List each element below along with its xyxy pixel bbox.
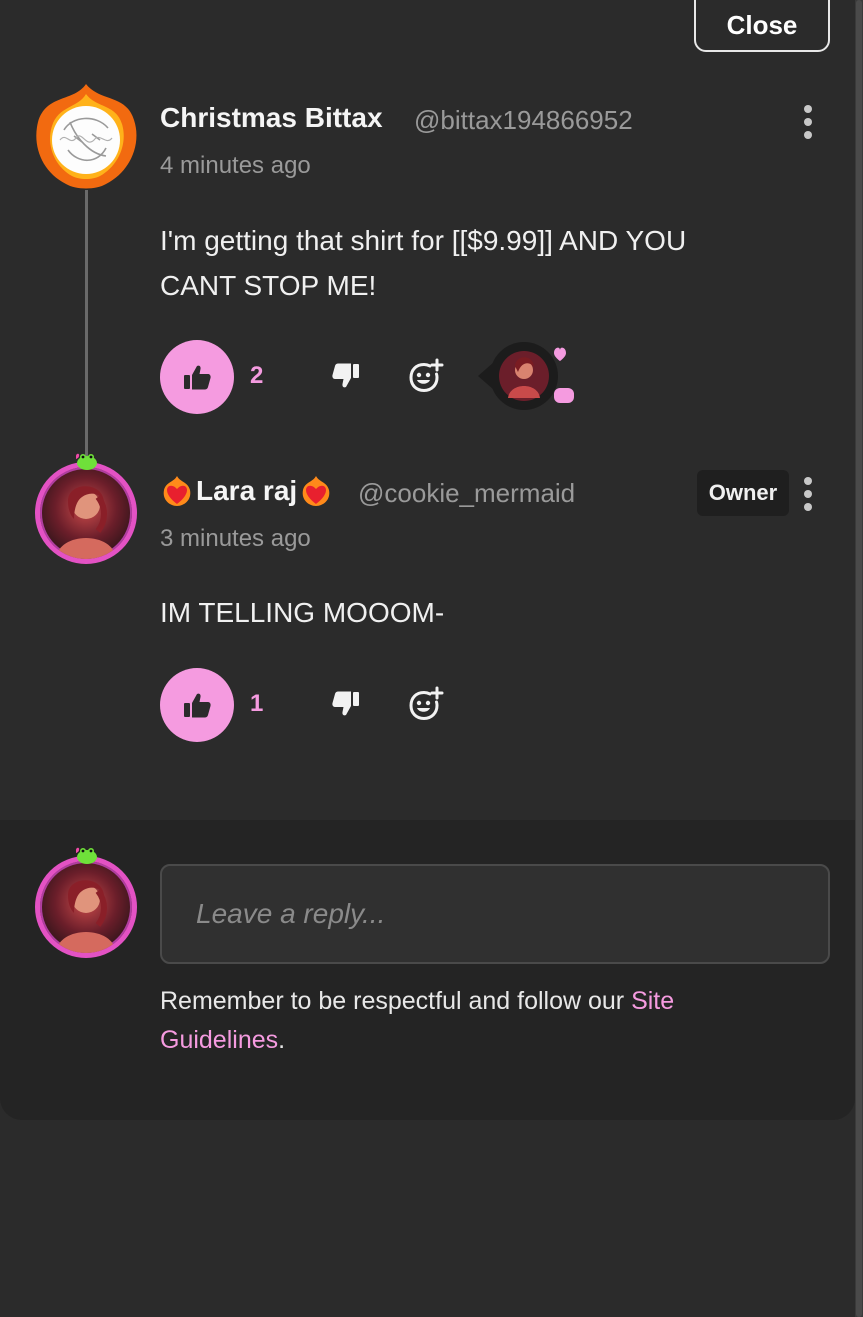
comment-timestamp: 3 minutes ago xyxy=(160,525,311,552)
add-emoji-icon xyxy=(409,358,444,393)
comment-body: IM TELLING MOOOM- xyxy=(160,597,445,628)
owner-badge: Owner xyxy=(697,470,789,516)
comment-body-line: I'm getting that shirt for [[$9.99]] AND… xyxy=(160,225,687,256)
current-user-avatar[interactable] xyxy=(35,856,137,958)
dislike-button[interactable] xyxy=(326,684,366,724)
reaction-avatar[interactable] xyxy=(478,342,582,412)
thread-connector xyxy=(85,190,88,460)
comment-menu-button[interactable] xyxy=(803,105,813,139)
liked-by-author-icon xyxy=(478,342,574,410)
guidelines-notice: Remember to be respectful and follow our… xyxy=(160,982,780,1060)
avatar-lara-raj[interactable] xyxy=(35,462,137,564)
profile-photo-icon xyxy=(56,486,116,559)
add-reaction-button[interactable] xyxy=(406,684,446,724)
comment-author-name[interactable]: Lara raj xyxy=(160,474,333,508)
thumbs-up-icon xyxy=(184,365,211,390)
thumbs-up-icon xyxy=(184,693,211,718)
scrollbar-thumb[interactable] xyxy=(856,0,862,1317)
thumbs-down-icon xyxy=(332,363,359,388)
avatar-christmas-bittax[interactable] xyxy=(30,80,142,192)
like-button[interactable] xyxy=(160,340,234,414)
comment-author-name[interactable]: Christmas Bittax xyxy=(160,102,383,134)
fire-heart-icon xyxy=(302,476,330,506)
comment-author-handle[interactable]: @cookie_mermaid xyxy=(358,478,575,509)
frog-badge-icon xyxy=(76,847,97,864)
reply-input[interactable] xyxy=(160,864,830,964)
like-button[interactable] xyxy=(160,668,234,742)
dislike-button[interactable] xyxy=(326,356,366,396)
guidelines-suffix: . xyxy=(278,1026,286,1054)
fire-heart-icon xyxy=(163,476,191,506)
profile-photo-icon xyxy=(56,880,116,953)
fire-avatar-icon xyxy=(36,84,137,189)
comment-menu-button[interactable] xyxy=(803,477,813,511)
author-name-text: Lara raj xyxy=(196,475,298,506)
comment-body: I'm getting that shirt for [[$9.99]] AND… xyxy=(160,218,686,308)
add-reaction-button[interactable] xyxy=(406,356,446,396)
add-emoji-icon xyxy=(409,686,444,721)
thumbs-down-icon xyxy=(332,691,359,716)
guidelines-text: Remember to be respectful and follow our xyxy=(160,987,632,1015)
like-count: 1 xyxy=(250,690,264,717)
comment-author-handle[interactable]: @bittax194866952 xyxy=(414,105,633,136)
frog-badge-icon xyxy=(76,453,97,470)
close-button[interactable]: Close xyxy=(694,0,830,52)
comment-timestamp: 4 minutes ago xyxy=(160,152,311,179)
like-count: 2 xyxy=(250,362,264,389)
comment-body-line: CANT STOP ME! xyxy=(160,270,377,301)
